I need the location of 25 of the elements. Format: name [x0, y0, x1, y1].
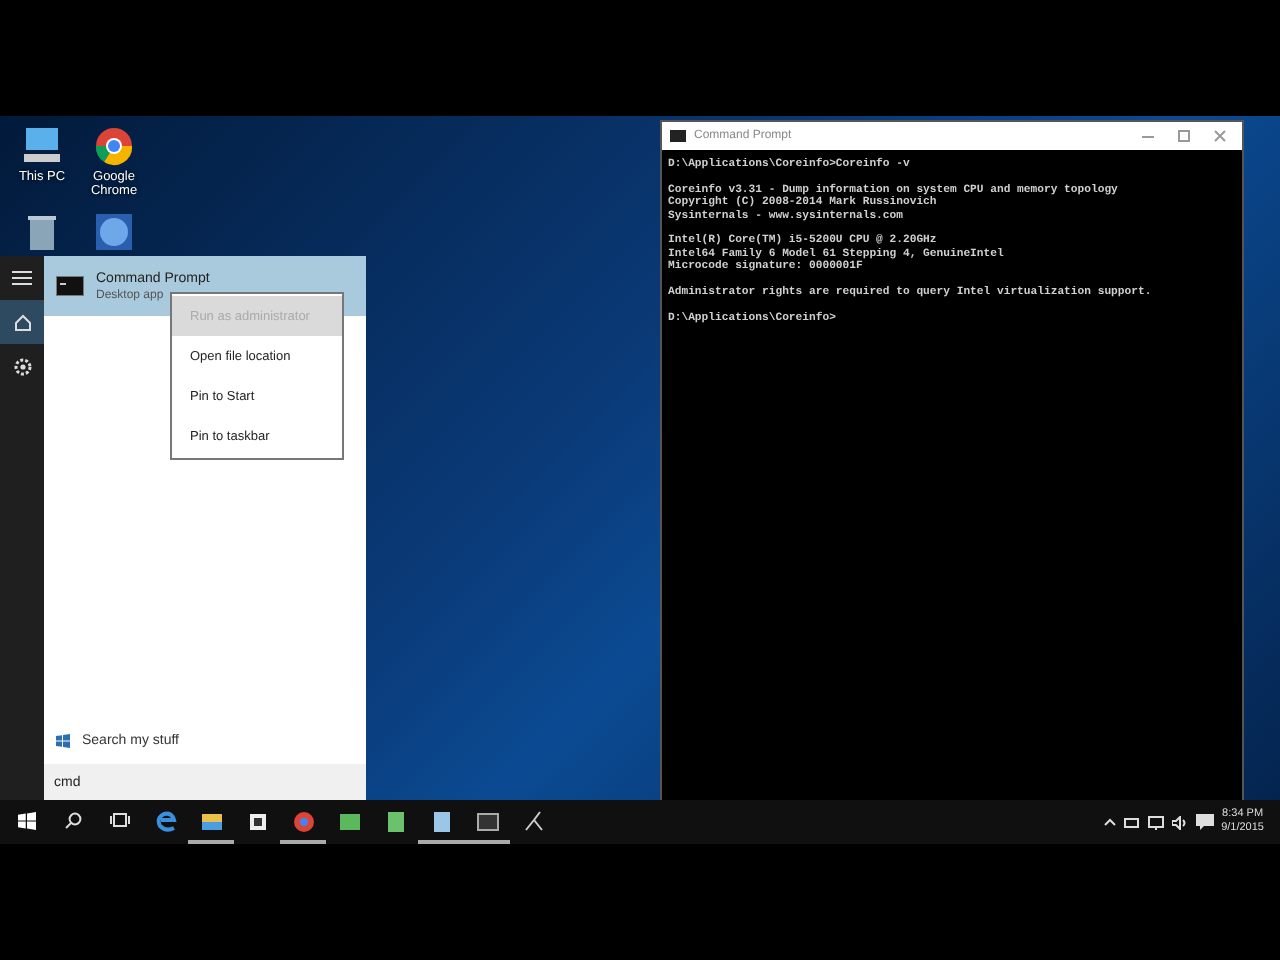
speaker-icon[interactable]: [1171, 815, 1188, 829]
browser-icon: [153, 807, 177, 833]
monitor-icon[interactable]: [1147, 815, 1164, 829]
windows-icon: [18, 811, 36, 829]
rail-button[interactable]: [0, 300, 44, 344]
terminal-icon: [56, 276, 84, 296]
battery-icon[interactable]: [1123, 817, 1140, 827]
app-icon: [383, 807, 407, 833]
terminal-icon: [670, 130, 686, 142]
computer-icon: [20, 124, 64, 168]
settings-icon: [13, 357, 31, 375]
notepad-icon: [429, 807, 453, 833]
terminal-icon: [475, 807, 499, 833]
menu-icon: [12, 270, 32, 286]
windows-icon: [56, 733, 70, 747]
search-icon: [64, 811, 82, 829]
home-icon: [13, 313, 31, 331]
maximize-icon[interactable]: [1178, 130, 1190, 142]
notification-icon[interactable]: [1195, 814, 1214, 830]
round-logo-icon: [92, 124, 136, 168]
caret-icon[interactable]: [1103, 818, 1116, 826]
close-icon[interactable]: [1214, 130, 1226, 142]
minimize-icon[interactable]: [1142, 130, 1154, 142]
round-logo-icon: [291, 807, 315, 833]
task-view-icon: [109, 812, 129, 828]
